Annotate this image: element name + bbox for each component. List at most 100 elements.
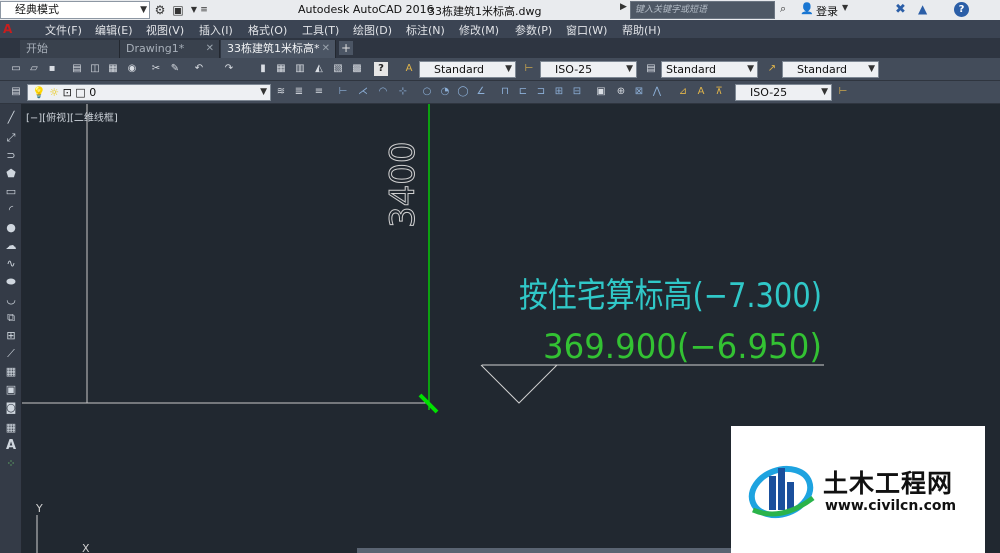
ellipse-arc-icon[interactable]: ◡ <box>3 292 19 308</box>
multiline-text-icon[interactable]: A <box>3 438 19 454</box>
menu-dimension[interactable]: 标注(N) <box>406 22 445 38</box>
layer-select[interactable]: 💡 ☼ ⊡ □ 0 ▼ <box>27 84 271 101</box>
menu-modify[interactable]: 修改(M) <box>459 22 499 38</box>
insert-block-icon[interactable]: ⧉ <box>3 310 19 326</box>
angular-dim-icon[interactable]: ∠ <box>474 85 488 99</box>
dim-style-icon[interactable]: ⊢ <box>522 62 536 76</box>
tab-33-building[interactable]: 33栋建筑1米标高* ✕ <box>221 40 336 58</box>
layer-properties-icon[interactable]: ▤ <box>9 85 23 99</box>
3d-dwf-icon[interactable]: ◉ <box>125 62 139 76</box>
close-icon[interactable]: ✕ <box>322 40 330 58</box>
dim-edit-icon[interactable]: ⊿ <box>676 85 690 99</box>
design-center-icon[interactable]: ▥ <box>293 62 307 76</box>
triangle-right-icon[interactable]: ▶ <box>620 2 630 12</box>
dimension-style-icon[interactable]: ⊢ <box>836 85 850 99</box>
point-icon[interactable]: ⟋ <box>3 346 19 362</box>
gradient-icon[interactable]: ▣ <box>3 382 19 398</box>
login-link[interactable]: 登录 <box>816 3 838 19</box>
baseline-dim-icon[interactable]: ⊏ <box>516 85 530 99</box>
menu-window[interactable]: 窗口(W) <box>566 22 607 38</box>
rectangle-icon[interactable]: ▭ <box>3 184 19 200</box>
continue-dim-icon[interactable]: ⊐ <box>534 85 548 99</box>
layer-previous-icon[interactable]: ≣ <box>292 85 306 99</box>
jogged-dim-icon[interactable]: ◔ <box>438 85 452 99</box>
undo-icon[interactable]: ↶ <box>192 62 206 76</box>
ellipse-icon[interactable]: ⬬ <box>3 274 19 290</box>
menu-edit[interactable]: 编辑(E) <box>95 22 133 38</box>
pan-icon[interactable]: ▮ <box>256 62 270 76</box>
hatch-icon[interactable]: ▦ <box>3 364 19 380</box>
quick-dim-icon[interactable]: ⊓ <box>498 85 512 99</box>
chevron-down-icon[interactable]: ▼ <box>842 3 848 12</box>
text-style-icon[interactable]: A <box>402 62 416 76</box>
line-icon[interactable]: ╱ <box>3 110 19 126</box>
make-current-layer-icon[interactable]: ≋ <box>274 85 288 99</box>
ordinate-dim-icon[interactable]: ⊹ <box>396 85 410 99</box>
aligned-dim-icon[interactable]: ⋌ <box>356 85 370 99</box>
spline-icon[interactable]: ∿ <box>3 256 19 272</box>
tool-palettes-icon[interactable]: ◭ <box>312 62 326 76</box>
redo-icon[interactable]: ↷ <box>222 62 236 76</box>
print-icon[interactable]: ▤ <box>70 62 84 76</box>
multileader-style-icon[interactable]: ↗ <box>765 62 779 76</box>
new-file-icon[interactable]: ▭ <box>9 62 23 76</box>
tolerance-icon[interactable]: ▣ <box>594 85 608 99</box>
new-tab-button[interactable]: + <box>339 41 353 55</box>
search-input[interactable]: 键入关键字或短语 <box>630 1 775 19</box>
dim-style-control[interactable]: ISO-25 ▼ <box>735 84 832 101</box>
menu-draw[interactable]: 绘图(D) <box>353 22 392 38</box>
workspace-select[interactable]: 经典模式 ▼ <box>0 1 150 19</box>
dim-break-icon[interactable]: ⊟ <box>570 85 584 99</box>
diameter-dim-icon[interactable]: ◯ <box>456 85 470 99</box>
exchange-apps-icon[interactable]: ✖ <box>895 2 906 17</box>
circle-icon[interactable]: ● <box>3 220 19 236</box>
arc-icon[interactable]: ◜ <box>3 202 19 218</box>
viewport-controls[interactable]: [−][俯视][二维线框] <box>26 109 118 124</box>
open-file-icon[interactable]: ▱ <box>27 62 41 76</box>
make-block-icon[interactable]: ⊞ <box>3 328 19 344</box>
layer-state-icon[interactable]: ≡ <box>312 85 326 99</box>
dim-space-icon[interactable]: ⊞ <box>552 85 566 99</box>
gear-icon[interactable]: ⚙ <box>152 2 168 18</box>
dim-update-icon[interactable]: ⊼ <box>712 85 726 99</box>
region-icon[interactable]: ◙ <box>3 400 19 416</box>
markup-icon[interactable]: ▩ <box>350 62 364 76</box>
horizontal-scrollbar[interactable] <box>357 548 731 553</box>
menu-insert[interactable]: 插入(I) <box>199 22 233 38</box>
app-logo-icon[interactable]: A <box>3 22 12 36</box>
tab-start[interactable]: 开始 <box>20 40 120 58</box>
table-style-icon[interactable]: ▤ <box>644 62 658 76</box>
text-style-select[interactable]: Standard ▼ <box>419 61 516 78</box>
multileader-style-select[interactable]: Standard ▼ <box>782 61 879 78</box>
dim-text-edit-icon[interactable]: A <box>694 85 708 99</box>
radius-dim-icon[interactable]: ○ <box>420 85 434 99</box>
tab-drawing1[interactable]: Drawing1* ✕ <box>120 40 220 58</box>
user-icon[interactable]: 👤 <box>800 2 814 15</box>
binoculars-icon[interactable]: ⌕ <box>780 2 786 16</box>
inspect-icon[interactable]: ⊠ <box>632 85 646 99</box>
menu-tools[interactable]: 工具(T) <box>302 22 339 38</box>
jogged-linear-icon[interactable]: ⋀ <box>650 85 664 99</box>
a360-icon[interactable]: ▲ <box>918 2 927 16</box>
help-icon[interactable]: ? <box>374 62 388 76</box>
add-selected-icon[interactable]: ⁘ <box>3 456 19 472</box>
table-icon[interactable]: ▦ <box>3 420 19 436</box>
center-mark-icon[interactable]: ⊕ <box>614 85 628 99</box>
menu-format[interactable]: 格式(O) <box>248 22 287 38</box>
revision-cloud-icon[interactable]: ☁ <box>3 238 19 254</box>
save-icon[interactable]: ▪ <box>45 62 59 76</box>
match-properties-icon[interactable]: ✎ <box>168 62 182 76</box>
sheet-set-icon[interactable]: ▧ <box>331 62 345 76</box>
cut-icon[interactable]: ✂ <box>149 62 163 76</box>
workspace-settings-icon[interactable]: ▣ <box>170 2 186 18</box>
menu-view[interactable]: 视图(V) <box>146 22 184 38</box>
polygon-icon[interactable]: ⬟ <box>3 166 19 182</box>
polyline-icon[interactable]: ⊃ <box>3 148 19 164</box>
plot-preview-icon[interactable]: ◫ <box>88 62 102 76</box>
publish-icon[interactable]: ▦ <box>106 62 120 76</box>
quick-access-menu-icon[interactable]: ≡ <box>196 2 212 18</box>
table-style-select[interactable]: Standard ▼ <box>661 61 758 78</box>
construction-line-icon[interactable]: ⤢ <box>3 130 19 146</box>
help-icon[interactable]: ? <box>954 2 969 17</box>
properties-icon[interactable]: ▦ <box>274 62 288 76</box>
